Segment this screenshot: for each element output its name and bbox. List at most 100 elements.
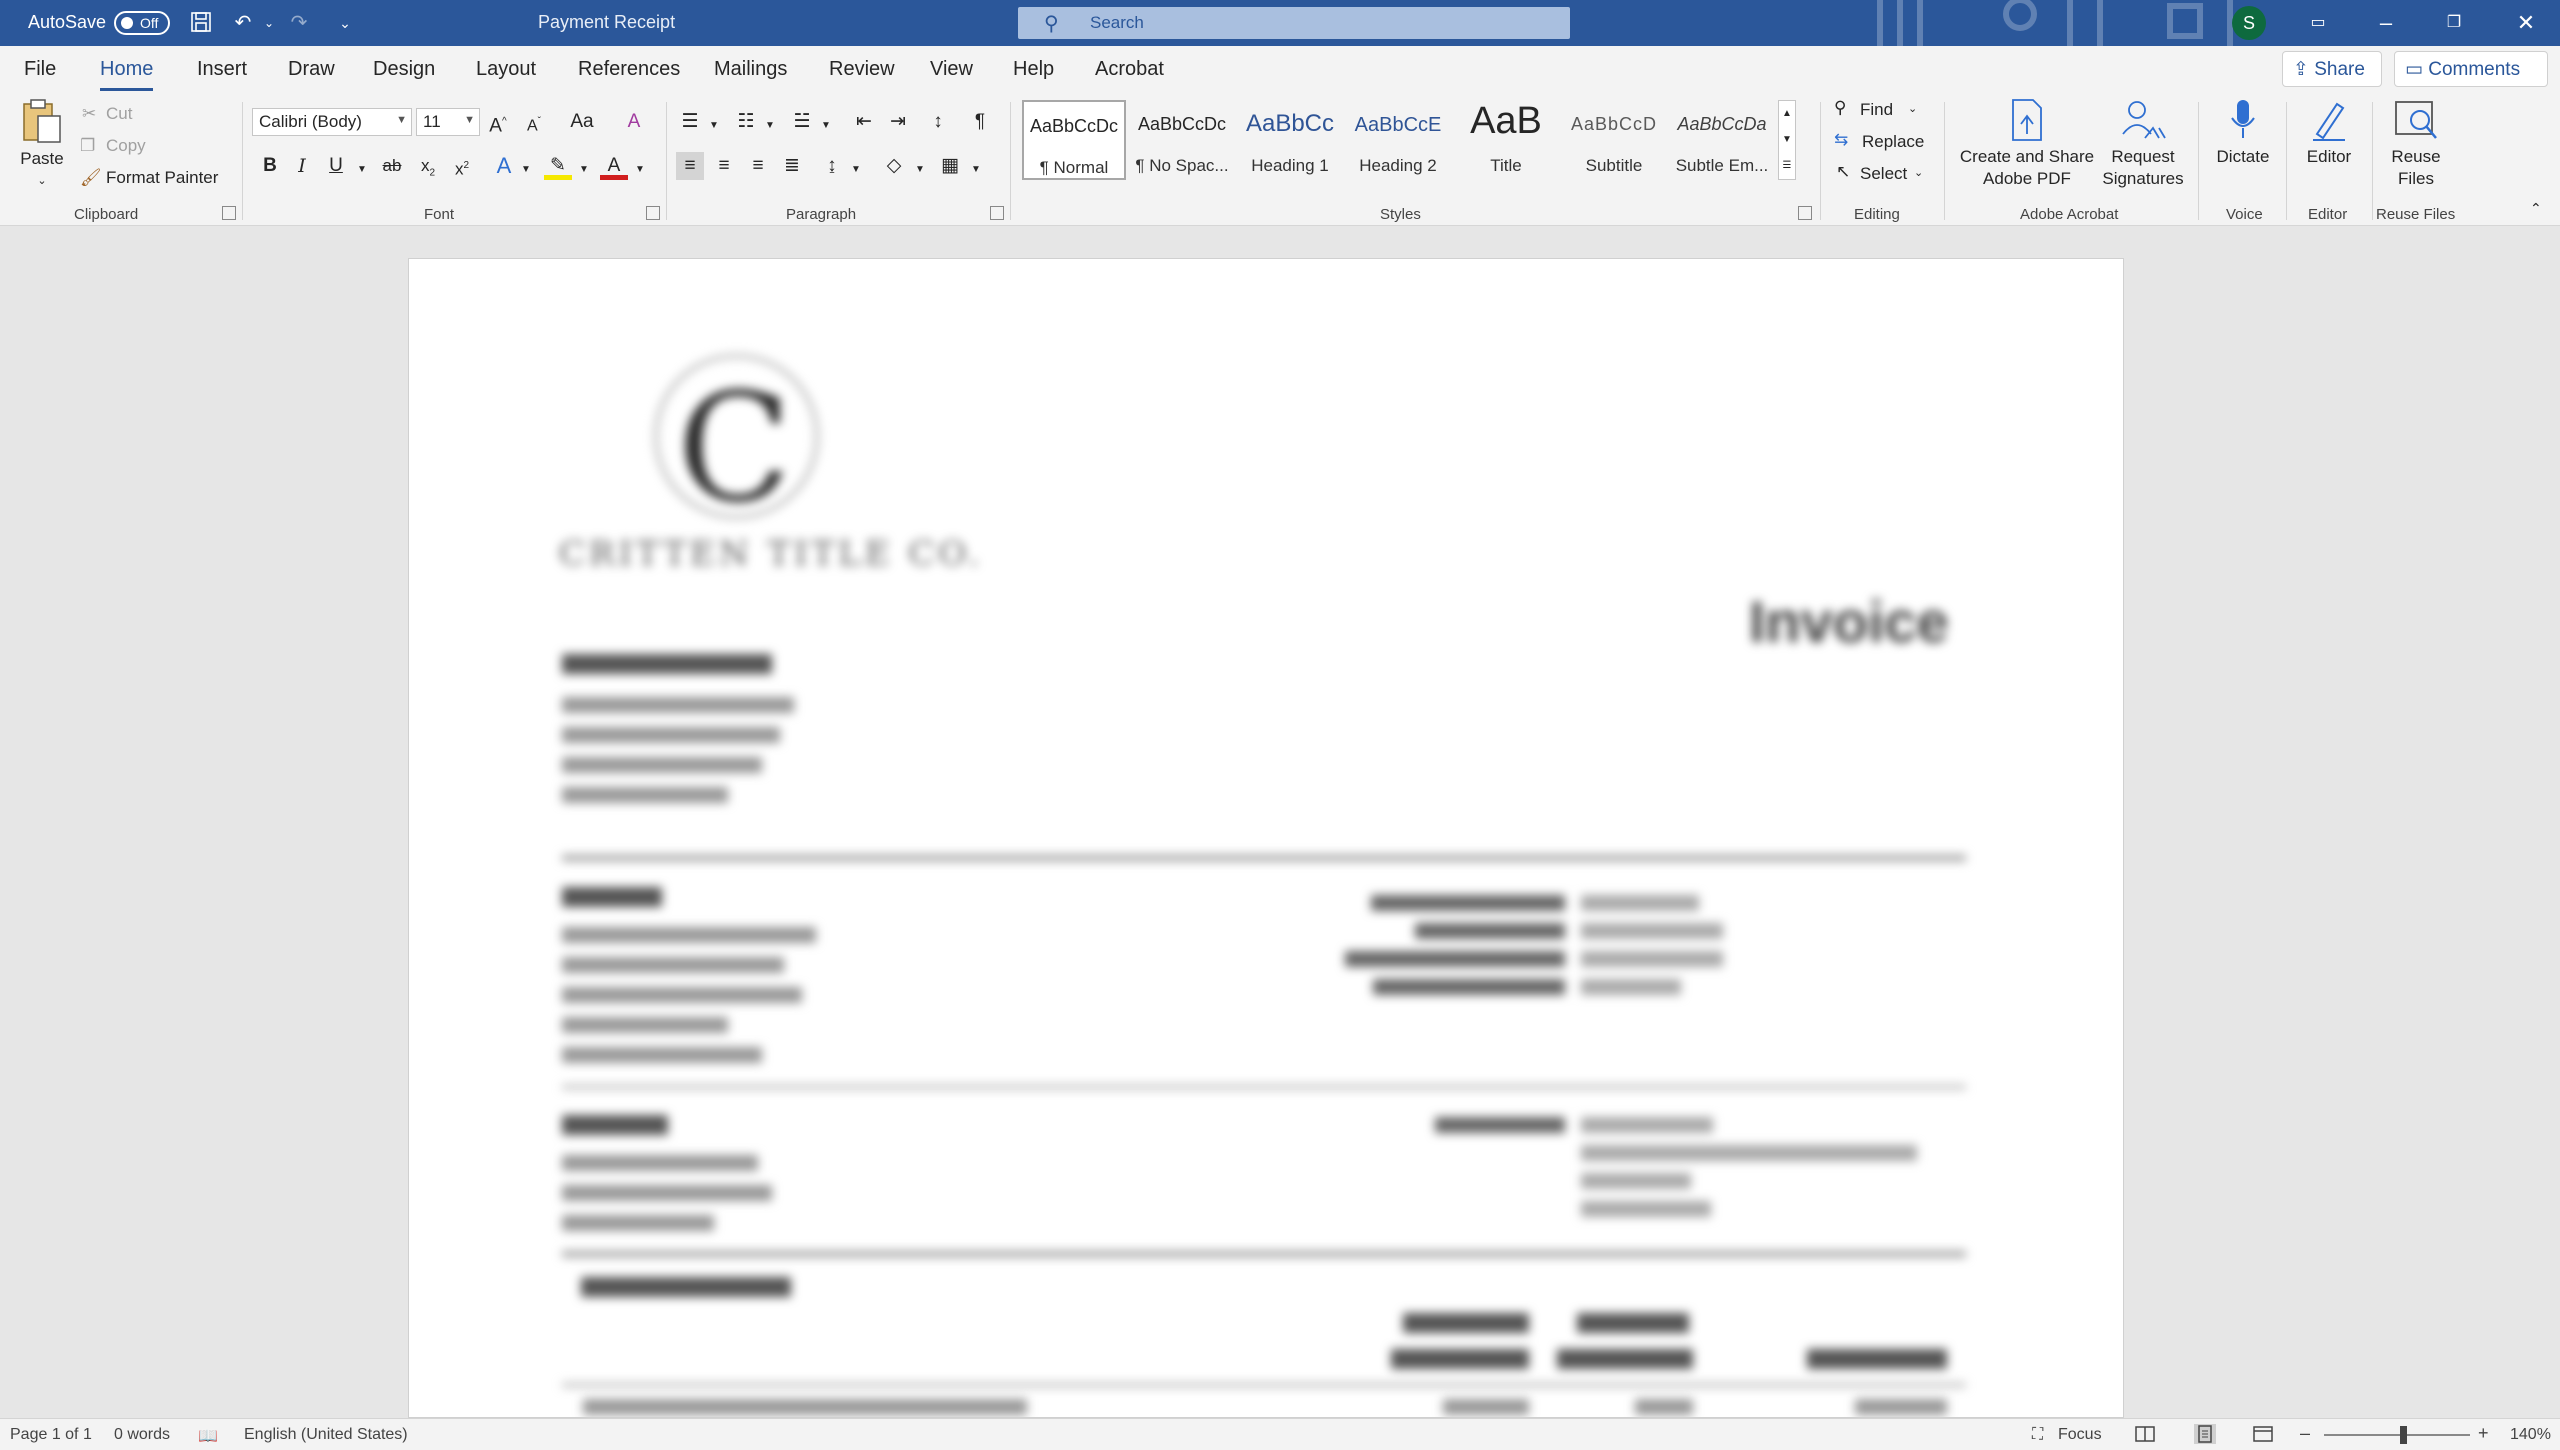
share-button[interactable]: ⇪ Share — [2282, 51, 2382, 87]
superscript-icon[interactable]: x2 — [448, 152, 476, 180]
text-effects-dropdown-icon[interactable]: ▼ — [512, 156, 540, 184]
ribbon-display-options-icon[interactable]: ▭ — [2298, 8, 2338, 38]
tab-insert[interactable]: Insert — [197, 58, 247, 81]
font-size-select[interactable]: 11 ▼ — [416, 108, 480, 136]
document-page[interactable]: C CRITTEN TITLE CO. Invoice — [408, 258, 2124, 1418]
shrink-font-icon[interactable]: Aˇ — [520, 108, 548, 136]
autosave-toggle[interactable]: Off — [114, 11, 170, 35]
change-case-icon[interactable]: Aa — [562, 108, 602, 136]
read-mode-icon[interactable] — [2134, 1424, 2156, 1444]
tab-home[interactable]: Home — [100, 58, 154, 91]
tab-mailings[interactable]: Mailings — [714, 58, 787, 81]
multilevel-dropdown-icon[interactable]: ▼ — [812, 112, 840, 140]
zoom-level[interactable]: 140% — [2510, 1426, 2551, 1444]
format-painter-button[interactable]: Format Painter — [106, 168, 218, 188]
clipboard-launcher-icon[interactable] — [222, 206, 236, 220]
close-icon[interactable]: ✕ — [2506, 8, 2546, 38]
borders-dropdown-icon[interactable]: ▼ — [962, 156, 990, 184]
print-layout-icon[interactable] — [2194, 1424, 2216, 1444]
style-title[interactable]: AaB Title — [1454, 100, 1558, 180]
paragraph-launcher-icon[interactable] — [990, 206, 1004, 220]
minimize-icon[interactable]: – — [2366, 8, 2406, 38]
align-left-icon[interactable]: ≡ — [676, 152, 704, 180]
web-layout-icon[interactable] — [2252, 1424, 2274, 1444]
tab-draw[interactable]: Draw — [288, 58, 335, 81]
collapse-ribbon-icon[interactable]: ⌃ — [2530, 200, 2542, 217]
styles-gallery-scroll[interactable]: ▲ ▼ ☰ — [1778, 100, 1796, 180]
zoom-out-icon[interactable]: – — [2300, 1423, 2310, 1444]
underline-dropdown-icon[interactable]: ▼ — [348, 156, 376, 184]
tab-file[interactable]: File — [24, 58, 56, 81]
font-color-icon[interactable]: A — [600, 152, 628, 180]
style-heading-1[interactable]: AaBbCc Heading 1 — [1238, 100, 1342, 180]
save-icon[interactable] — [188, 10, 214, 36]
tab-help[interactable]: Help — [1013, 58, 1054, 81]
dictate-button[interactable]: Dictate — [2208, 98, 2278, 168]
find-dropdown-icon[interactable]: ⌄ — [1908, 102, 1917, 115]
scroll-down-icon[interactable]: ▼ — [1779, 127, 1795, 153]
request-signatures-button[interactable]: Request Signatures — [2098, 98, 2188, 190]
create-share-pdf-button[interactable]: Create and Share Adobe PDF — [1956, 98, 2098, 190]
font-launcher-icon[interactable] — [646, 206, 660, 220]
tab-review[interactable]: Review — [829, 58, 895, 81]
tab-design[interactable]: Design — [373, 58, 435, 81]
clear-formatting-icon[interactable]: A — [620, 108, 648, 136]
strikethrough-icon[interactable]: ab — [378, 152, 406, 180]
reuse-files-button[interactable]: Reuse Files — [2380, 98, 2452, 190]
align-center-icon[interactable]: ≡ — [710, 152, 738, 180]
style-no-spacing[interactable]: AaBbCcDc ¶ No Spac... — [1130, 100, 1234, 180]
tab-references[interactable]: References — [578, 58, 680, 81]
numbering-dropdown-icon[interactable]: ▼ — [756, 112, 784, 140]
shading-icon[interactable]: ◇ — [880, 152, 908, 180]
focus-button[interactable]: Focus — [2058, 1426, 2102, 1444]
borders-icon[interactable]: ▦ — [936, 152, 964, 180]
user-avatar[interactable]: S — [2232, 6, 2266, 40]
editor-button[interactable]: Editor — [2294, 98, 2364, 168]
paste-dropdown-icon[interactable]: ⌄ — [14, 170, 70, 192]
highlight-dropdown-icon[interactable]: ▼ — [570, 156, 598, 184]
show-formatting-marks-icon[interactable]: ¶ — [966, 108, 994, 136]
style-subtle-emphasis[interactable]: AaBbCcDa Subtle Em... — [1670, 100, 1774, 180]
styles-launcher-icon[interactable] — [1798, 206, 1812, 220]
grow-font-icon[interactable]: A^ — [484, 108, 512, 136]
redo-icon[interactable]: ↷ — [286, 10, 312, 36]
font-color-dropdown-icon[interactable]: ▼ — [626, 156, 654, 184]
zoom-slider[interactable] — [2324, 1434, 2470, 1436]
scroll-up-icon[interactable]: ▲ — [1779, 101, 1795, 127]
increase-indent-icon[interactable]: ⇥ — [884, 108, 912, 136]
zoom-in-icon[interactable]: + — [2478, 1423, 2489, 1444]
restore-icon[interactable]: ❐ — [2434, 8, 2474, 38]
zoom-slider-thumb[interactable] — [2400, 1426, 2407, 1444]
select-button[interactable]: Select — [1860, 164, 1907, 184]
style-subtitle[interactable]: AaBbCcD Subtitle — [1562, 100, 1666, 180]
subscript-icon[interactable]: x2 — [414, 152, 442, 180]
style-normal[interactable]: AaBbCcDc ¶ Normal — [1022, 100, 1126, 180]
comments-button[interactable]: ▭ Comments — [2394, 51, 2548, 87]
font-family-select[interactable]: Calibri (Body) ▼ — [252, 108, 412, 136]
italic-icon[interactable]: I — [288, 152, 316, 180]
search-box[interactable]: ⚲ Search — [1018, 7, 1570, 39]
bold-icon[interactable]: B — [256, 152, 284, 180]
select-dropdown-icon[interactable]: ⌄ — [1914, 166, 1923, 179]
find-button[interactable]: Find — [1860, 100, 1893, 120]
tab-layout[interactable]: Layout — [476, 58, 536, 81]
align-right-icon[interactable]: ≡ — [744, 152, 772, 180]
word-count[interactable]: 0 words — [114, 1426, 170, 1444]
more-styles-icon[interactable]: ☰ — [1779, 153, 1795, 179]
customize-toolbar-icon[interactable]: ⌄ — [332, 10, 358, 36]
paste-button[interactable]: Paste ⌄ — [14, 98, 70, 192]
copy-button[interactable]: Copy — [106, 136, 146, 156]
decrease-indent-icon[interactable]: ⇤ — [850, 108, 878, 136]
underline-icon[interactable]: U — [322, 152, 350, 180]
tab-acrobat[interactable]: Acrobat — [1095, 58, 1164, 81]
undo-icon[interactable]: ↶ — [230, 10, 256, 36]
replace-button[interactable]: Replace — [1862, 132, 1924, 152]
proofing-icon[interactable]: 📖 — [198, 1426, 218, 1446]
tab-view[interactable]: View — [930, 58, 973, 81]
language-indicator[interactable]: English (United States) — [244, 1426, 408, 1444]
shading-dropdown-icon[interactable]: ▼ — [906, 156, 934, 184]
page-count[interactable]: Page 1 of 1 — [10, 1426, 92, 1444]
style-heading-2[interactable]: AaBbCcE Heading 2 — [1346, 100, 1450, 180]
cut-button[interactable]: Cut — [106, 104, 132, 124]
line-spacing-dropdown-icon[interactable]: ▼ — [842, 156, 870, 184]
